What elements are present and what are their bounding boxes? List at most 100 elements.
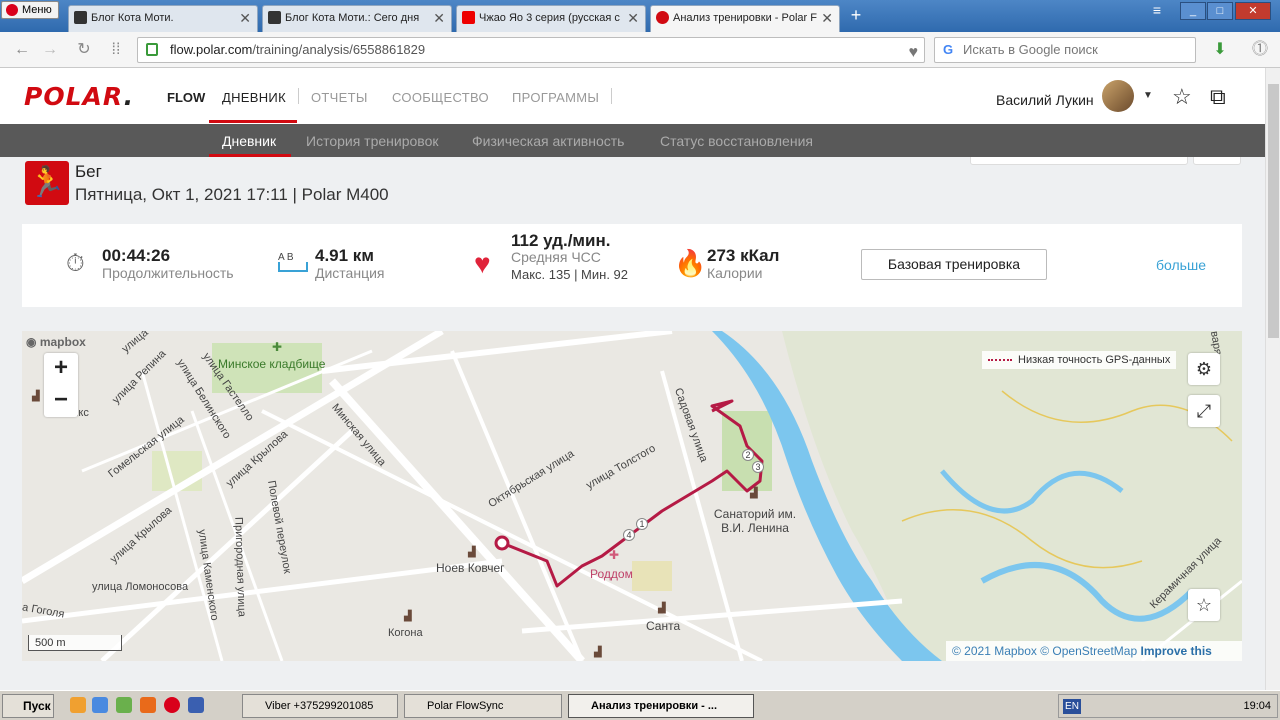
tab-recovery[interactable]: Статус восстановления xyxy=(660,133,813,149)
start-button[interactable]: Пуск xyxy=(2,694,54,718)
sport-name: Бег xyxy=(75,162,102,181)
taskbar-item-viber[interactable]: Viber +375299201085 xyxy=(242,694,398,718)
stopwatch-icon: ⏱ xyxy=(66,250,85,277)
more-link[interactable]: больше xyxy=(1156,257,1206,273)
lap-marker[interactable]: 4 xyxy=(623,529,635,541)
taskbar-item-flowsync[interactable]: Polar FlowSync xyxy=(404,694,562,718)
firefox-icon[interactable] xyxy=(140,697,156,713)
settings-icon[interactable]: ⚙ xyxy=(1188,353,1220,385)
map-label: Когона xyxy=(388,627,423,639)
distance-value: 4.91 км xyxy=(315,246,374,265)
opera-icon[interactable] xyxy=(164,697,180,713)
close-window-button[interactable]: ✕ xyxy=(1235,2,1271,20)
share-control[interactable] xyxy=(970,157,1188,165)
address-bar: ← → ↻ ⁞⁞ flow.polar.com/training/analysi… xyxy=(0,32,1280,68)
language-indicator[interactable]: EN xyxy=(1063,699,1081,714)
polar-logo[interactable]: POLAR. xyxy=(24,82,134,111)
star-icon[interactable]: ☆ xyxy=(1188,589,1220,621)
nav-divider xyxy=(611,88,612,104)
opera-icon xyxy=(6,4,18,16)
nav-reports[interactable]: ОТЧЕТЫ xyxy=(311,90,368,105)
zoom-out-button[interactable]: − xyxy=(44,385,78,417)
forward-icon[interactable]: → xyxy=(40,40,60,60)
map-label: улица Ломоносова xyxy=(92,581,189,593)
notifications-icon[interactable]: ⧉ xyxy=(1210,84,1226,110)
cat-icon xyxy=(74,11,87,24)
reload-icon[interactable]: ↻ xyxy=(74,40,94,60)
training-analysis: 🏃 Бег Пятница, Окт 1, 2021 17:11 | Polar… xyxy=(0,157,1265,690)
mapbox-logo[interactable]: ◉ mapbox xyxy=(26,335,86,349)
duration-label: Продолжительность xyxy=(102,265,234,281)
ruler-icon xyxy=(278,262,308,272)
flame-icon: 🔥 xyxy=(674,248,707,278)
star-icon[interactable]: ☆ xyxy=(1172,84,1192,110)
close-icon[interactable]: ✕ xyxy=(433,6,445,30)
page-scrollbar[interactable] xyxy=(1265,68,1280,690)
gps-accuracy-legend: Низкая точность GPS-данных xyxy=(982,351,1177,369)
zoom-in-button[interactable]: + xyxy=(44,353,78,385)
map-label: Роддом xyxy=(590,567,633,581)
hospital-icon: ✚ xyxy=(609,548,619,562)
os-taskbar: Пуск Viber +375299201085 Polar FlowSync … xyxy=(0,690,1280,720)
tab-training-history[interactable]: История тренировок xyxy=(306,133,438,149)
tabs-menu-icon[interactable]: ≡ xyxy=(1144,2,1170,20)
taskbar-item-browser[interactable]: Анализ тренировки - ... xyxy=(568,694,754,718)
maximize-button[interactable]: □ xyxy=(1207,2,1233,20)
nav-community[interactable]: СООБЩЕСТВО xyxy=(392,90,489,105)
youtube-icon xyxy=(462,11,475,24)
site-header: POLAR. FLOW ДНЕВНИК ОТЧЕТЫ СООБЩЕСТВО ПР… xyxy=(0,68,1265,124)
tab-blog-1[interactable]: Блог Кота Моти. ✕ xyxy=(68,5,258,32)
options-control[interactable] xyxy=(1193,157,1241,165)
route-map[interactable]: ✚ ✚ ▟ ▟ ▟ ▟ ▟ ▟ Минское кладбище улица Р… xyxy=(22,331,1242,661)
bookmark-heart-icon[interactable]: ♥ xyxy=(909,41,919,65)
clock[interactable]: 19:04 xyxy=(1243,700,1271,712)
update-icon[interactable]: ⓵ xyxy=(1250,40,1270,60)
map-label: Ноев Ковчег xyxy=(436,561,505,575)
back-icon[interactable]: ← xyxy=(12,40,32,60)
nav-programs[interactable]: ПРОГРАММЫ xyxy=(512,90,599,105)
tab-youtube[interactable]: Чжао Яо 3 серия (русская с ✕ xyxy=(456,5,646,32)
heart-icon: ♥ xyxy=(474,248,491,279)
lock-icon xyxy=(146,43,158,56)
close-icon[interactable]: ✕ xyxy=(627,6,639,30)
cemetery-icon: ✚ xyxy=(272,340,282,354)
search-input[interactable]: G Искать в Google поиск xyxy=(934,37,1196,63)
save-icon[interactable] xyxy=(188,697,204,713)
lap-marker[interactable]: 1 xyxy=(636,518,648,530)
chevron-down-icon[interactable]: ▼ xyxy=(1143,90,1153,101)
quicklaunch-icon[interactable] xyxy=(116,697,132,713)
training-date: Пятница, Окт 1, 2021 17:11 | Polar M400 xyxy=(75,185,389,204)
building-icon: ▟ xyxy=(749,486,758,499)
browser-menu-button[interactable]: Меню xyxy=(1,1,59,19)
map-label: Санаторий им. В.И. Ленина xyxy=(713,507,797,535)
nav-divider xyxy=(298,88,299,104)
tab-diary[interactable]: Дневник xyxy=(222,133,276,149)
quicklaunch-icon[interactable] xyxy=(70,697,86,713)
close-icon[interactable]: ✕ xyxy=(821,6,833,30)
avatar[interactable] xyxy=(1102,80,1134,112)
tab-blog-2[interactable]: Блог Кота Моти.: Сего дня ✕ xyxy=(262,5,452,32)
fullscreen-icon[interactable]: ⤢ xyxy=(1188,395,1220,427)
route-start-marker xyxy=(494,535,510,551)
new-tab-button[interactable]: + xyxy=(846,5,866,25)
minimize-button[interactable]: _ xyxy=(1180,2,1206,20)
basic-training-button[interactable]: Базовая тренировка xyxy=(861,249,1047,280)
tab-polar[interactable]: Анализ тренировки - Polar F ✕ xyxy=(650,5,840,32)
heart-rate-minmax: Макс. 135 | Мин. 92 xyxy=(511,267,629,282)
chrome-icon[interactable] xyxy=(92,697,108,713)
url-field[interactable]: flow.polar.com/training/analysis/6558861… xyxy=(137,37,925,63)
user-name[interactable]: Василий Лукин xyxy=(996,92,1094,108)
summary-panel: ⏱ 00:44:26 Продолжительность A B 4.91 км… xyxy=(22,224,1242,307)
map-canvas: ✚ ✚ ▟ ▟ ▟ ▟ ▟ ▟ xyxy=(22,331,1242,661)
scrollbar-thumb[interactable] xyxy=(1268,84,1279,338)
browser-tab-bar: Меню Блог Кота Моти. ✕ Блог Кота Моти.: С… xyxy=(0,0,1280,32)
tab-activity[interactable]: Физическая активность xyxy=(472,133,624,149)
speed-dial-icon[interactable]: ⁞⁞ xyxy=(106,40,126,60)
download-icon[interactable]: ⬇ xyxy=(1210,40,1230,60)
close-icon[interactable]: ✕ xyxy=(239,6,251,30)
map-attribution: © 2021 Mapbox © OpenStreetMap Improve th… xyxy=(946,641,1242,661)
lap-marker[interactable]: 2 xyxy=(742,449,754,461)
lap-marker[interactable]: 3 xyxy=(752,461,764,473)
nav-diary[interactable]: ДНЕВНИК xyxy=(222,90,286,105)
heart-rate-value: 112 уд./мин. xyxy=(511,231,611,250)
